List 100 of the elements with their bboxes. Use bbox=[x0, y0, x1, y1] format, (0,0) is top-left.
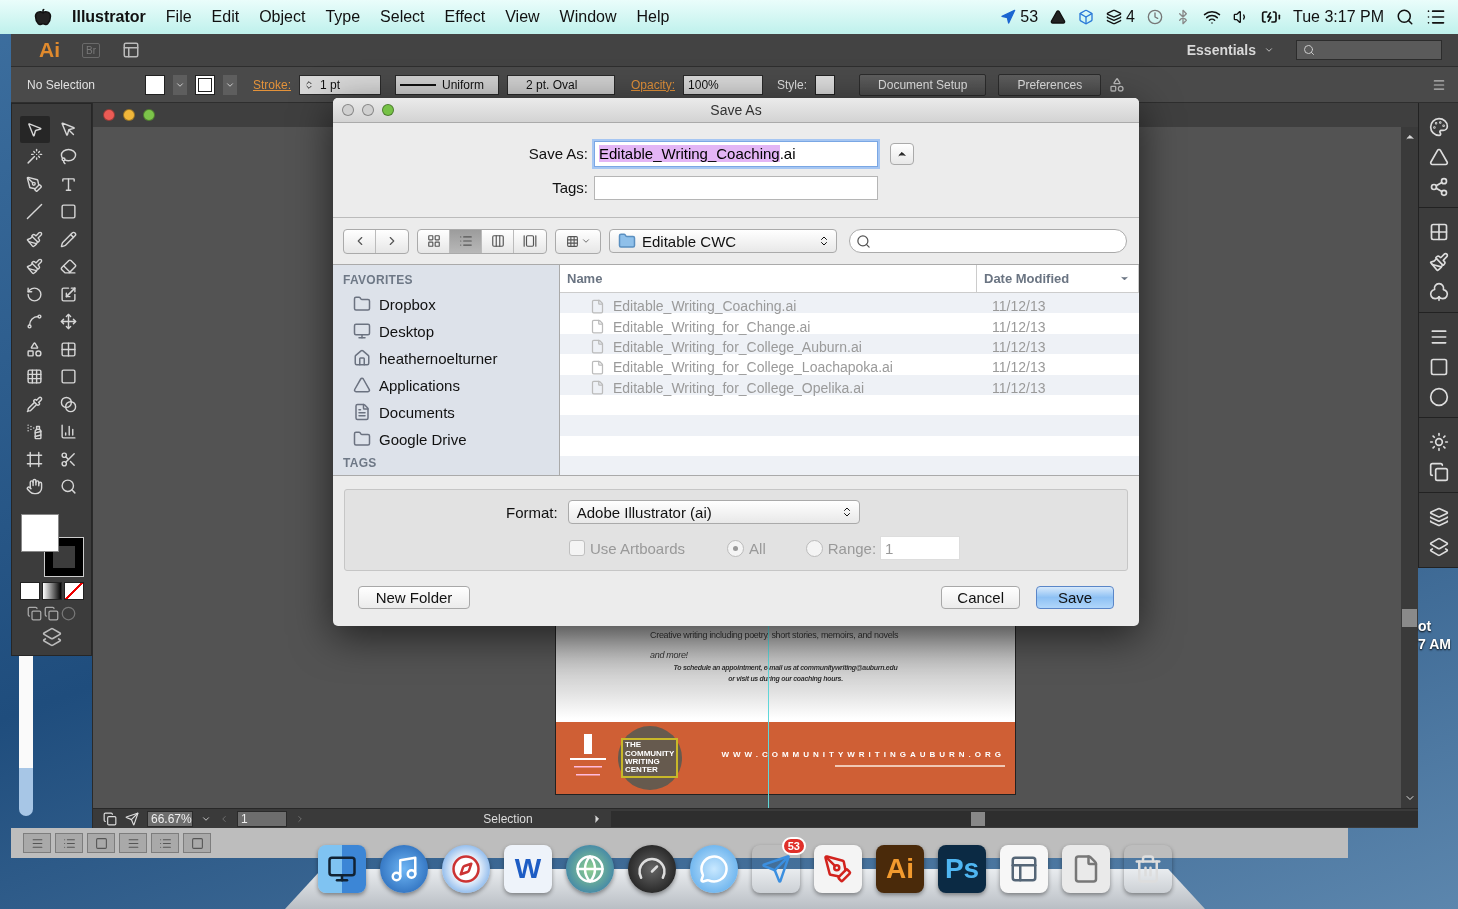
menu-item[interactable]: Object bbox=[259, 8, 306, 26]
copy-icon[interactable] bbox=[27, 606, 42, 621]
zoom-button[interactable] bbox=[143, 109, 155, 121]
minimize-button[interactable] bbox=[123, 109, 135, 121]
layers-icon[interactable] bbox=[1106, 9, 1123, 25]
palette-icon[interactable] bbox=[1428, 117, 1449, 137]
share-icon[interactable] bbox=[125, 811, 139, 826]
copy-icon[interactable] bbox=[44, 606, 59, 621]
vertical-scrollbar[interactable] bbox=[1401, 127, 1418, 808]
layout-icon[interactable] bbox=[122, 41, 140, 59]
toolbar-button[interactable]: Document Setup bbox=[859, 73, 987, 96]
copy-icon[interactable] bbox=[1428, 462, 1449, 482]
menu-item[interactable]: File bbox=[165, 8, 192, 26]
toolbar-button[interactable]: Preferences bbox=[998, 73, 1102, 96]
column-header[interactable]: Date Modified bbox=[977, 265, 1139, 292]
tags-field[interactable] bbox=[594, 175, 878, 200]
clock-icon[interactable] bbox=[1147, 9, 1163, 25]
zoom-button[interactable] bbox=[382, 104, 394, 116]
stroke-link[interactable]: Stroke: bbox=[253, 77, 291, 92]
format-popup[interactable]: Adobe Illustrator (ai) bbox=[567, 500, 860, 524]
gradient-mode-button[interactable] bbox=[41, 582, 62, 600]
close-button[interactable] bbox=[103, 109, 115, 121]
triangle-icon bbox=[353, 376, 371, 394]
copy-icon[interactable] bbox=[103, 811, 117, 826]
list-icon[interactable] bbox=[1426, 7, 1446, 27]
none-mode-button[interactable] bbox=[63, 582, 84, 600]
cancel-button[interactable]: Cancel bbox=[941, 586, 1020, 609]
scroll-thumb[interactable] bbox=[971, 811, 985, 826]
new-folder-button[interactable]: New Folder bbox=[358, 586, 470, 609]
wifi-icon[interactable] bbox=[1203, 8, 1221, 26]
scroll-thumb[interactable] bbox=[1402, 608, 1417, 627]
panel-button[interactable] bbox=[183, 833, 211, 853]
menu-item[interactable]: Effect bbox=[444, 8, 486, 26]
cursor-icon[interactable] bbox=[1000, 9, 1017, 25]
menu-icon[interactable] bbox=[1432, 77, 1446, 92]
grid-icon[interactable] bbox=[1428, 222, 1449, 242]
zoom-field[interactable]: 66.67% bbox=[147, 810, 193, 827]
menu-item[interactable]: Edit bbox=[211, 8, 240, 26]
menu-item[interactable]: Select bbox=[380, 8, 425, 26]
photoshop-logo[interactable]: Ps bbox=[938, 845, 986, 893]
minimize-button[interactable] bbox=[362, 104, 374, 116]
horizontal-scrollbar[interactable] bbox=[611, 810, 1418, 827]
profile-dropdown[interactable]: Uniform bbox=[395, 74, 499, 95]
share-icon[interactable] bbox=[1428, 177, 1449, 197]
filename-field[interactable]: Editable_Writing_Coaching.ai bbox=[594, 140, 878, 167]
search-field[interactable] bbox=[849, 229, 1127, 253]
arrange-button[interactable] bbox=[555, 228, 601, 254]
location-popup[interactable]: Editable CWC bbox=[609, 229, 837, 253]
style-label: Style: bbox=[777, 77, 808, 92]
app-menu[interactable]: Illustrator bbox=[72, 8, 146, 26]
column-header[interactable]: Name bbox=[560, 265, 977, 292]
menu-item[interactable]: Type bbox=[325, 8, 361, 26]
sidebar-item[interactable]: Applications bbox=[343, 375, 559, 395]
sidebar-item[interactable]: Google Drive bbox=[343, 429, 559, 449]
screen-mode-icon[interactable] bbox=[41, 627, 62, 647]
page-icon[interactable] bbox=[1062, 845, 1110, 893]
illustrator-logo[interactable]: Ai bbox=[876, 845, 924, 893]
sidebar-item[interactable]: Dropbox bbox=[343, 294, 559, 314]
close-button[interactable] bbox=[342, 104, 354, 116]
word-logo[interactable]: W bbox=[504, 845, 552, 893]
panel-button[interactable] bbox=[87, 833, 115, 853]
sun-icon[interactable] bbox=[1428, 432, 1449, 452]
box-icon[interactable] bbox=[1078, 9, 1095, 25]
opacity-field[interactable]: 100% bbox=[683, 74, 764, 95]
tool-button[interactable] bbox=[19, 116, 50, 143]
style-swatch[interactable] bbox=[815, 74, 836, 95]
brush-dropdown[interactable]: 2 pt. Oval bbox=[507, 74, 615, 95]
sidebar-item[interactable]: Desktop bbox=[343, 321, 559, 341]
apple-icon[interactable] bbox=[34, 8, 52, 26]
menu-item[interactable]: Window bbox=[559, 8, 617, 26]
triangle-icon[interactable] bbox=[1050, 9, 1067, 25]
search-icon[interactable] bbox=[1396, 8, 1414, 26]
square-icon[interactable] bbox=[1428, 357, 1449, 377]
brush-icon[interactable] bbox=[1428, 252, 1449, 272]
expand-button[interactable] bbox=[890, 142, 914, 165]
pen-nib-icon[interactable] bbox=[814, 845, 862, 893]
sidebar-item[interactable]: heathernoelturner bbox=[343, 348, 559, 368]
checkbox[interactable] bbox=[569, 540, 585, 556]
copy-icon[interactable] bbox=[1428, 537, 1449, 557]
field-label: Tags: bbox=[551, 179, 588, 196]
workspace-switcher[interactable]: Essentials bbox=[1186, 42, 1274, 58]
save-button[interactable]: Save bbox=[1036, 586, 1114, 609]
menu-item[interactable]: Help bbox=[636, 8, 670, 26]
monitor-icon[interactable] bbox=[318, 845, 366, 893]
layers-icon[interactable] bbox=[1428, 507, 1449, 527]
sidebar-item[interactable]: Documents bbox=[343, 402, 559, 422]
shapes-icon[interactable] bbox=[1109, 76, 1126, 93]
artboard-field[interactable]: 1 bbox=[237, 810, 287, 827]
stroke-swatch[interactable] bbox=[195, 74, 215, 95]
clock-text[interactable]: Tue 3:17 PM bbox=[1293, 8, 1384, 26]
stroke-weight-field[interactable]: 1 pt bbox=[299, 74, 381, 95]
document-icon[interactable] bbox=[1000, 845, 1048, 893]
radio-button[interactable] bbox=[805, 539, 823, 557]
search-field[interactable] bbox=[1296, 40, 1442, 60]
club-icon[interactable] bbox=[1428, 282, 1449, 302]
fill-swatch[interactable] bbox=[145, 74, 165, 95]
menu-item[interactable]: View bbox=[505, 8, 540, 26]
color-well[interactable] bbox=[20, 514, 83, 576]
radio-button[interactable] bbox=[727, 539, 745, 557]
color-mode-button[interactable] bbox=[19, 582, 40, 600]
